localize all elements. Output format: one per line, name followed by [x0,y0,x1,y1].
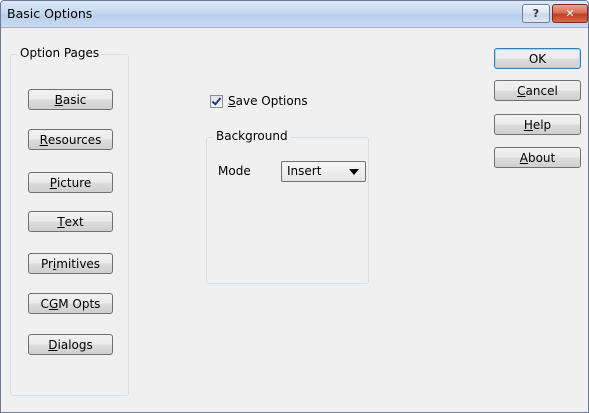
save-options-checkbox[interactable] [210,95,223,108]
basic-options-dialog: Basic Options ? ✕ Option Pages Basic Res… [0,0,589,413]
mode-label: Mode [218,164,251,178]
background-group: Background [206,129,369,284]
ok-button[interactable]: OK [494,48,581,69]
title-bar[interactable]: Basic Options ? ✕ [1,1,588,28]
close-icon: ✕ [565,7,575,20]
dialogs-button[interactable]: Dialogs [28,334,113,355]
dropdown-arrow-icon [349,169,359,175]
title-help-button[interactable]: ? [522,4,550,23]
background-label: Background [213,129,291,143]
about-button[interactable]: About [494,147,581,168]
mode-dropdown[interactable]: Insert [281,161,366,182]
cgm-opts-button[interactable]: CGM Opts [28,293,113,314]
picture-button[interactable]: Picture [28,172,113,193]
text-button[interactable]: Text [28,211,113,232]
window-title: Basic Options [7,6,93,21]
option-pages-label: Option Pages [17,46,103,60]
help-button[interactable]: Help [494,114,581,135]
title-close-button[interactable]: ✕ [552,4,588,23]
resources-button[interactable]: Resources [28,129,113,150]
primitives-button[interactable]: Pr i mitives [28,253,113,274]
save-options-label[interactable]: Save Options [228,94,308,108]
cancel-button[interactable]: Cancel [494,80,581,101]
mode-dropdown-value: Insert [287,164,322,178]
question-mark-icon: ? [532,7,540,20]
basic-button[interactable]: Basic [28,89,113,110]
